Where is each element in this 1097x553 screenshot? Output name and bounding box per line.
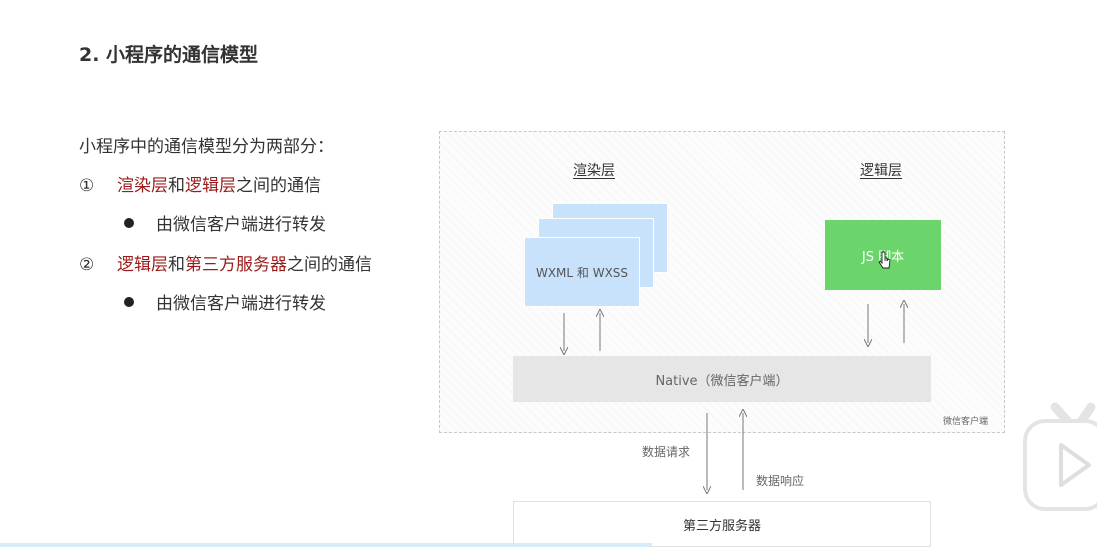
diagram-arrows: [0, 0, 1097, 553]
native-bar: Native（微信客户端）: [513, 356, 931, 402]
request-label: 数据请求: [642, 445, 691, 459]
tv-play-icon[interactable]: [1021, 401, 1097, 513]
progress-bar: [0, 543, 652, 547]
server-label: 第三方服务器: [682, 518, 761, 534]
native-label: Native（微信客户端）: [655, 373, 789, 389]
response-label: 数据响应: [756, 474, 805, 488]
client-note: 微信客户端: [943, 417, 989, 427]
third-party-server-box: 第三方服务器: [513, 501, 931, 547]
